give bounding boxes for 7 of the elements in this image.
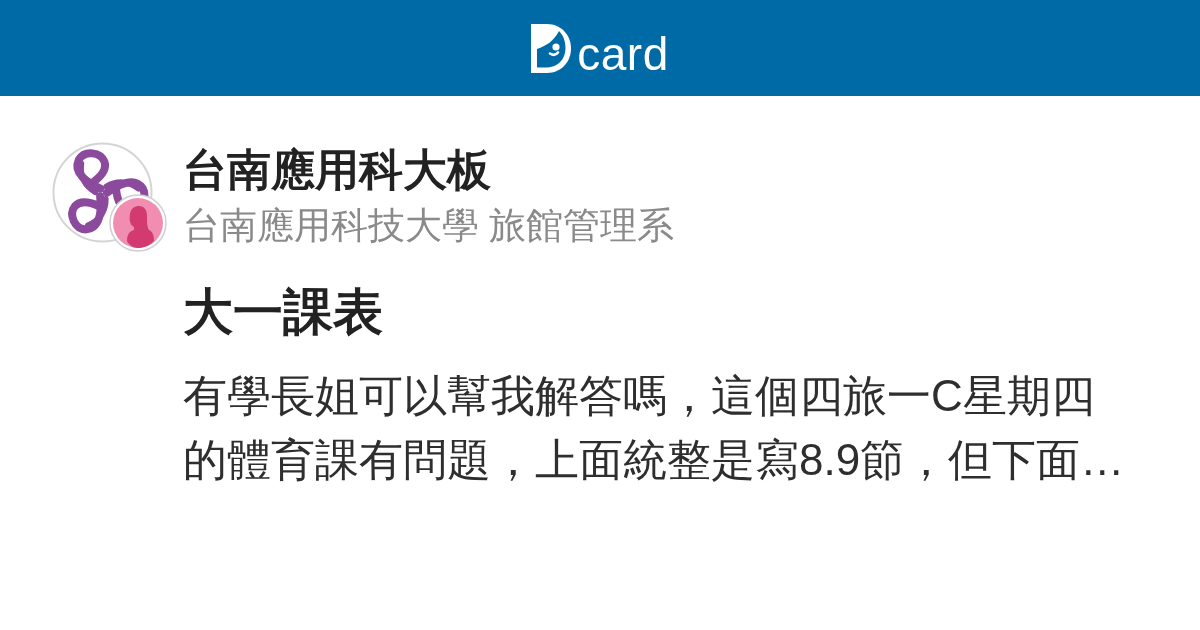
logo-wordmark: card — [577, 34, 669, 74]
d-face-logo-icon — [531, 24, 572, 73]
person-silhouette-icon — [109, 194, 167, 252]
forum-name: 台南應用科大板 — [183, 144, 491, 196]
author-affiliation: 台南應用科技大學 旅館管理系 — [183, 204, 675, 248]
post-excerpt: 有學長姐可以幫我解答嗎，這個四旅一C星期四的體育課有問題，上面統整是寫8.9節，但下面… — [183, 370, 1126, 486]
post-title: 大一課表 — [183, 283, 383, 342]
